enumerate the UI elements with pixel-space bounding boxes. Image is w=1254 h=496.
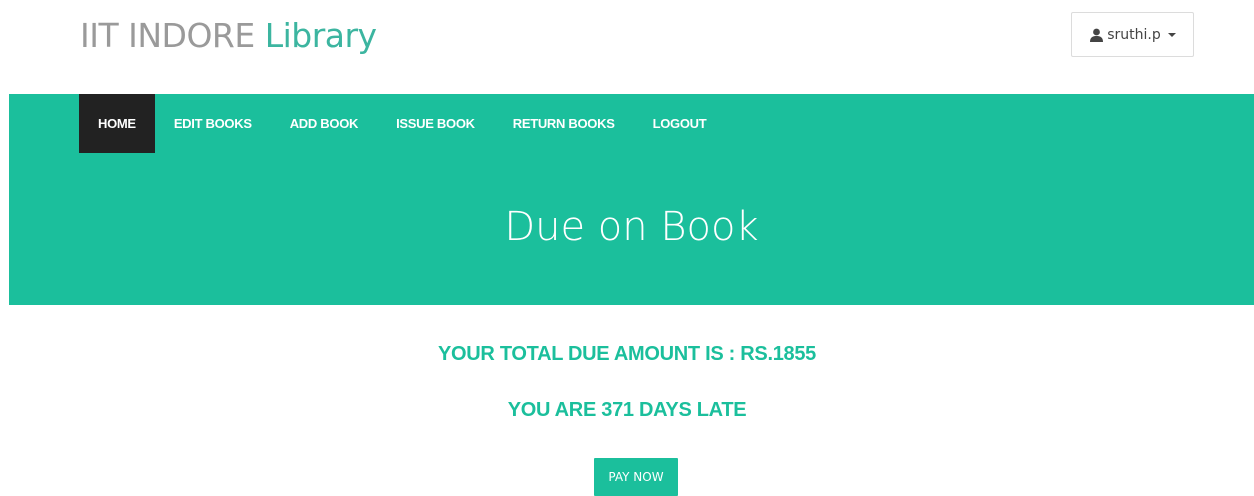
nav-item-home[interactable]: HOME [79, 94, 155, 153]
nav-item-issue-book[interactable]: ISSUE BOOK [377, 94, 494, 153]
nav-item-add-book[interactable]: ADD BOOK [271, 94, 377, 153]
days-late-text: YOU ARE 371 DAYS LATE [507, 399, 747, 421]
page-title: Due on Book [504, 204, 759, 250]
brand-primary: IIT INDORE [80, 16, 255, 55]
main-nav: HOME EDIT BOOKS ADD BOOK ISSUE BOOK RETU… [79, 94, 725, 153]
pay-now-button[interactable]: PAY NOW [594, 458, 678, 496]
user-name: sruthi.p [1107, 26, 1161, 43]
nav-item-return-books[interactable]: RETURN BOOKS [494, 94, 634, 153]
due-amount-text: YOUR TOTAL DUE AMOUNT IS : RS.1855 [437, 343, 816, 365]
caret-down-icon [1167, 32, 1176, 37]
nav-item-logout[interactable]: LOGOUT [634, 94, 726, 153]
brand-accent: Library [264, 16, 377, 55]
user-menu-button[interactable]: sruthi.p [1071, 12, 1194, 57]
site-header: IIT INDORE Library sruthi.p [0, 0, 1254, 94]
nav-item-edit-books[interactable]: EDIT BOOKS [155, 94, 271, 153]
site-brand[interactable]: IIT INDORE Library [80, 14, 377, 58]
hero-banner: HOME EDIT BOOKS ADD BOOK ISSUE BOOK RETU… [9, 94, 1254, 305]
user-icon [1089, 28, 1104, 42]
